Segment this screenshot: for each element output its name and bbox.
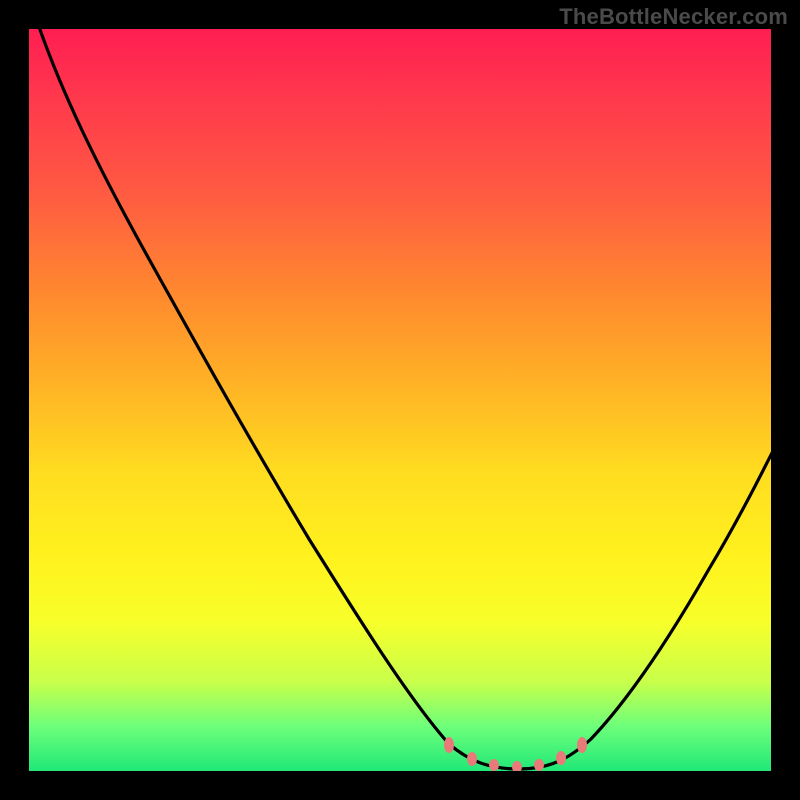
plot-area xyxy=(29,29,771,771)
bottleneck-curve-path xyxy=(33,29,771,769)
watermark-text: TheBottleNecker.com xyxy=(559,4,788,30)
bottleneck-curve-svg xyxy=(29,29,771,771)
valley-marker-dot xyxy=(577,737,587,753)
valley-marker-dot xyxy=(534,759,544,771)
valley-marker-dot xyxy=(512,761,522,771)
valley-marker-dot xyxy=(467,752,477,766)
valley-marker-dot xyxy=(556,751,566,765)
valley-marker-dot xyxy=(489,759,499,771)
chart-frame: TheBottleNecker.com xyxy=(0,0,800,800)
valley-marker-dot xyxy=(444,737,454,753)
